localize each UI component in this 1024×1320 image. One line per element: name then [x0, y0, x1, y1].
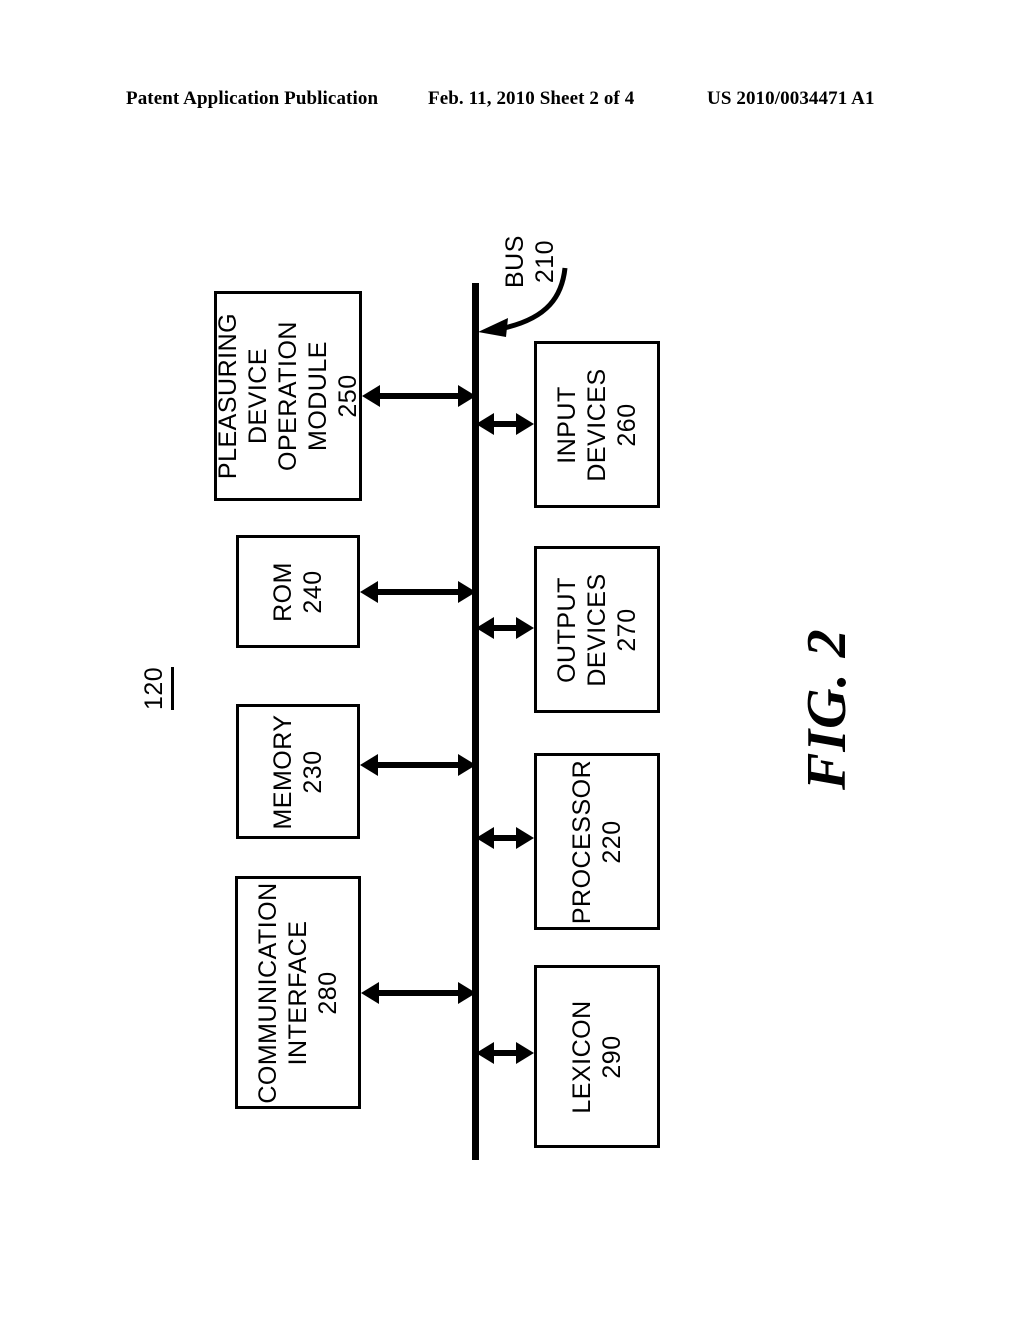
arrow-head-right-icon	[516, 413, 534, 435]
label-line: COMMUNICATION	[254, 881, 282, 1104]
bus-leader-arrow-icon	[478, 267, 568, 337]
block-processor[interactable]: PROCESSOR 220	[534, 753, 660, 930]
label-line: INTERFACE	[284, 920, 312, 1065]
block-input-devices[interactable]: INPUT DEVICES 260	[534, 341, 660, 508]
arrow-head-right-icon	[458, 581, 476, 603]
block-rom[interactable]: ROM 240	[236, 535, 360, 648]
block-lexicon[interactable]: LEXICON 290	[534, 965, 660, 1148]
arrow-head-right-icon	[516, 1042, 534, 1064]
block-label-250: PLEASURING DEVICE OPERATION MODULE 250	[213, 313, 363, 479]
connector-bus-to-lexicon-290	[476, 1042, 534, 1064]
label-line: MEMORY	[269, 713, 297, 830]
connector-bus-to-input-devices-260	[476, 413, 534, 435]
block-output-devices[interactable]: OUTPUT DEVICES 270	[534, 546, 660, 713]
arrow-shaft	[371, 762, 465, 768]
arrow-shaft	[373, 393, 465, 399]
label-numeral: 270	[613, 607, 641, 652]
arrow-head-right-icon	[458, 982, 476, 1004]
label-line: OUTPUT	[553, 576, 581, 683]
label-line: PROCESSOR	[568, 759, 596, 924]
arrow-shaft	[372, 990, 465, 996]
connector-bus-to-output-devices-270	[476, 617, 534, 639]
system-reference-numeral-120: 120	[140, 666, 174, 710]
connector-bus-to-processor-220	[476, 827, 534, 849]
label-line: MODULE	[304, 341, 332, 451]
connector-module-250-to-bus	[362, 385, 476, 407]
block-label-220: PROCESSOR 220	[567, 759, 627, 923]
block-label-290: LEXICON 290	[567, 1000, 627, 1113]
arrow-head-right-icon	[458, 385, 476, 407]
block-label-280: COMMUNICATION INTERFACE 280	[253, 882, 343, 1103]
figure-2-block-diagram: 120 BUS 210 PLEASURING DEVICE OPERATION …	[0, 0, 1024, 1320]
block-label-230: MEMORY 230	[268, 714, 328, 829]
label-line: INPUT	[553, 385, 581, 464]
block-communication-interface[interactable]: COMMUNICATION INTERFACE 280	[235, 876, 361, 1109]
connector-communication-interface-280-to-bus	[361, 982, 476, 1004]
label-numeral: 230	[299, 749, 327, 794]
figure-caption: FIG. 2	[796, 628, 858, 790]
label-numeral: 220	[598, 819, 626, 864]
label-line: ROM	[269, 561, 297, 622]
label-numeral: 290	[598, 1034, 626, 1079]
label-line: DEVICES	[583, 367, 611, 482]
block-pleasuring-device-operation-module[interactable]: PLEASURING DEVICE OPERATION MODULE 250	[214, 291, 362, 501]
label-line: DEVICES	[583, 572, 611, 687]
arrow-shaft	[371, 589, 465, 595]
label-numeral: 240	[299, 569, 327, 614]
block-label-240: ROM 240	[268, 562, 328, 622]
label-line: DEVICE	[244, 347, 272, 445]
connector-rom-240-to-bus	[360, 581, 476, 603]
arrow-head-right-icon	[516, 827, 534, 849]
connector-memory-230-to-bus	[360, 754, 476, 776]
label-line: PLEASURING	[214, 312, 242, 480]
label-line: OPERATION	[274, 321, 302, 471]
block-memory[interactable]: MEMORY 230	[236, 704, 360, 839]
block-label-260: INPUT DEVICES 260	[552, 368, 642, 481]
arrow-head-right-icon	[458, 754, 476, 776]
block-label-270: OUTPUT DEVICES 270	[552, 573, 642, 686]
arrow-head-right-icon	[516, 617, 534, 639]
label-numeral: 250	[334, 374, 362, 418]
label-numeral: 260	[613, 402, 641, 447]
label-numeral: 280	[314, 970, 342, 1015]
label-line: LEXICON	[568, 999, 596, 1114]
